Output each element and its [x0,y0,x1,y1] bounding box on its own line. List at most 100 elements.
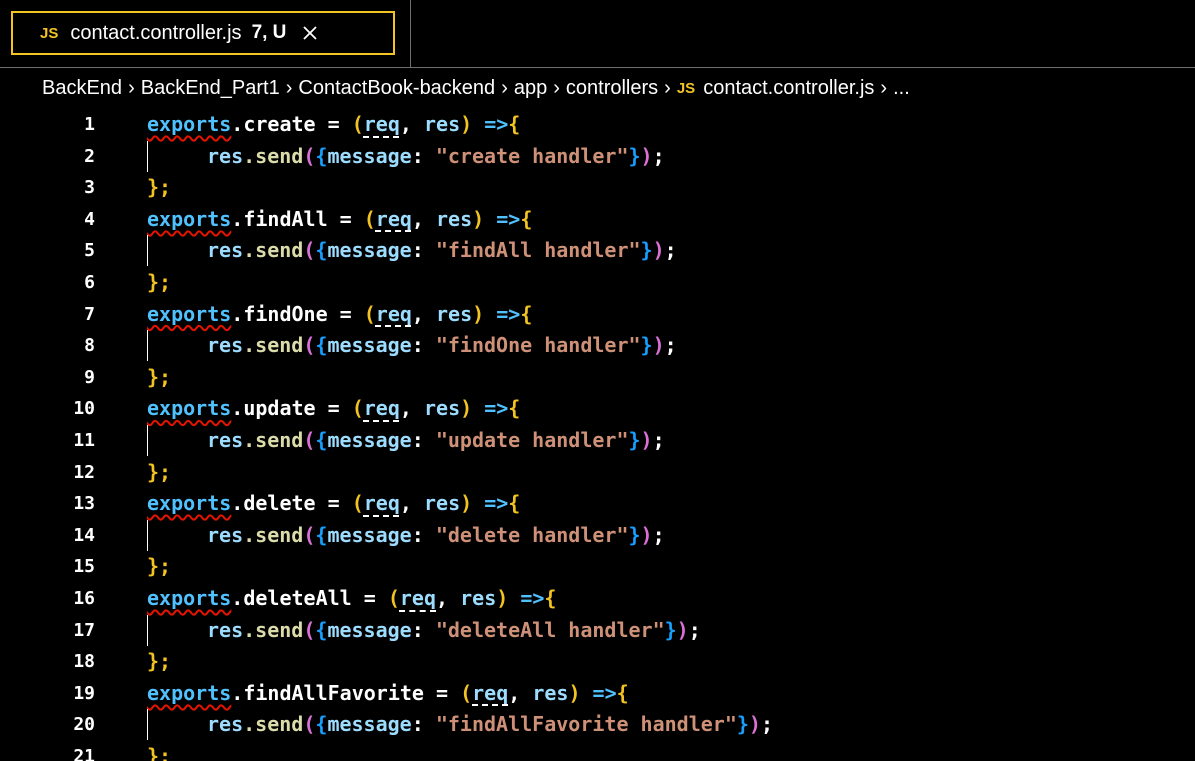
token-brace: { [520,301,533,326]
code-line[interactable]: 7 exports.findOne = (req, res) =>{ [0,299,1195,330]
code-text: }; [147,267,171,298]
token-paren: ) [652,333,665,358]
code-line[interactable]: 14 res.send({message: "delete handler"}); [0,519,1195,551]
token-method: .send [243,143,304,168]
token-exports: exports [147,586,232,610]
code-text: res.send({message: "update handler"}); [207,425,665,456]
token-method: .send [243,617,304,642]
token-colon: : [411,143,436,168]
line-number: 3 [84,177,95,199]
code-editor[interactable]: 1 exports.create = (req, res) =>{2 res.sen… [0,108,1195,761]
breadcrumb-item-backend-part1[interactable]: BackEnd_Part1 [141,77,280,100]
indent-guide [147,140,148,172]
token-brace: { [508,491,521,516]
breadcrumb-item-app[interactable]: app [514,77,547,100]
token-function-name: .findAllFavorite = [231,680,461,705]
code-line[interactable]: 16 exports.deleteAll = (req, res) =>{ [0,583,1195,614]
code-line[interactable]: 4 exports.findAll = (req, res) =>{ [0,204,1195,235]
code-line[interactable]: 8 res.send({message: "findOne handler"}); [0,330,1195,362]
code-line[interactable]: 10 exports.update = (req, res) =>{ [0,393,1195,424]
token-brace: { [508,112,521,136]
token-string: "update handler" [435,428,629,452]
code-text: }; [147,741,171,761]
token-closing-brace: }; [147,364,172,389]
code-text: res.send({message: "delete handler"}); [207,520,665,551]
line-number: 20 [73,714,95,736]
line-number: 19 [73,682,95,704]
token-param-req: req [363,396,400,421]
code-line[interactable]: 6}; [0,267,1195,298]
breadcrumb-more[interactable]: ... [893,77,910,100]
code-text: exports.create = (req, res) =>{ [147,109,520,140]
close-icon[interactable] [300,23,320,43]
code-line[interactable]: 21}; [0,741,1195,761]
token-paren: ) [460,491,473,516]
code-line[interactable]: 12}; [0,457,1195,488]
token-brace: { [315,522,328,547]
code-line[interactable]: 5 res.send({message: "findAll handler"}); [0,235,1195,267]
tab-contact-controller[interactable]: JS contact.controller.js 7, U [11,11,395,55]
code-line[interactable]: 9}; [0,362,1195,393]
code-line[interactable]: 13 exports.delete = (req, res) =>{ [0,488,1195,519]
token-paren: ) [472,301,485,326]
line-number: 14 [73,524,95,546]
token-paren: ) [496,586,509,610]
token-arrow: => [508,586,545,610]
token-object: res [207,712,244,737]
code-line[interactable]: 11 res.send({message: "update handler"}); [0,425,1195,456]
token-function-name: .deleteAll = [231,586,388,610]
code-line[interactable]: 17 res.send({message: "deleteAll handler"… [0,614,1195,646]
line-number: 6 [84,272,95,293]
chevron-right-icon: › [285,76,293,99]
breadcrumb-item-contactbook-backend[interactable]: ContactBook-backend [298,77,495,100]
token-paren: ) [676,617,689,642]
token-object: res [207,238,244,263]
indent-guide [147,235,148,267]
token-colon: : [411,712,436,737]
token-paren: ( [363,301,376,326]
token-param-res: res [423,491,461,516]
token-key: message [327,238,412,263]
token-brace: { [508,396,521,421]
token-brace: { [544,586,557,610]
token-method: .send [243,238,304,263]
token-string: "create handler" [435,143,629,168]
breadcrumb-item-file[interactable]: contact.controller.js [703,77,874,100]
token-object: res [207,428,244,452]
line-number: 4 [84,208,95,230]
line-number: 9 [84,366,95,388]
token-semicolon: ; [652,522,665,547]
code-line[interactable]: 1 exports.create = (req, res) =>{ [0,109,1195,140]
token-function-name: .findAll = [231,206,364,231]
code-line[interactable]: 19 exports.findAllFavorite = (req, res) =… [0,678,1195,709]
code-line[interactable]: 3}; [0,172,1195,203]
code-text: exports.findOne = (req, res) =>{ [147,299,532,330]
breadcrumb-item-backend[interactable]: BackEnd [42,77,122,100]
code-text: res.send({message: "create handler"}); [207,141,665,172]
code-text: exports.deleteAll = (req, res) =>{ [147,583,556,614]
code-line[interactable]: 20 res.send({message: "findAllFavorite ha… [0,709,1195,741]
code-line[interactable]: 2 res.send({message: "create handler"}); [0,140,1195,172]
token-closing-brace: }; [147,554,172,579]
token-semicolon: ; [652,428,665,452]
breadcrumb-item-controllers[interactable]: controllers [566,77,658,100]
line-number: 13 [73,493,95,515]
token-string: "deleteAll handler" [435,617,665,642]
token-arrow: => [472,112,509,136]
token-comma: , [508,680,533,705]
token-param-req: req [399,586,437,610]
token-param-res: res [532,680,569,705]
token-paren: ( [303,333,316,358]
token-method: .send [243,333,304,358]
token-paren: ) [640,428,653,452]
code-line[interactable]: 15}; [0,551,1195,582]
token-param-req: req [375,301,412,326]
token-paren: ) [748,712,761,737]
token-semicolon: ; [760,712,773,737]
token-colon: : [411,522,436,547]
token-object: res [207,143,244,168]
code-line[interactable]: 18}; [0,646,1195,677]
token-colon: : [411,333,436,358]
tab-filename: contact.controller.js [70,21,242,44]
code-text: res.send({message: "deleteAll handler"})… [207,615,701,646]
